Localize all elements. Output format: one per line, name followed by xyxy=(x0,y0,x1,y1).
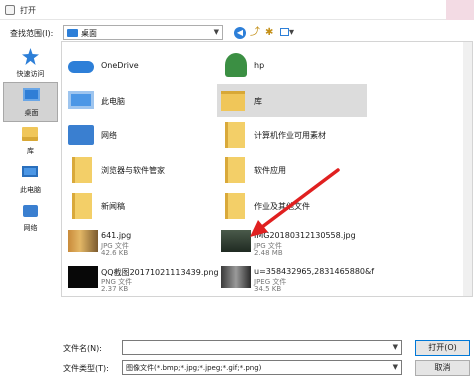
filename-label: 文件名(N): xyxy=(63,344,102,353)
file-name: IMG20180312130558.jpg xyxy=(254,231,356,240)
list-item-file[interactable]: u=358432965,2831465880&f JPEG 文件 34.5 KB xyxy=(217,261,374,294)
title-bar: 打开 xyxy=(0,0,474,20)
list-item-hp[interactable]: hp xyxy=(217,49,367,82)
lookin-combo[interactable]: 桌面 ▼ xyxy=(63,25,223,40)
open-button[interactable]: 打开(O) xyxy=(415,340,470,356)
place-label: 此电脑 xyxy=(20,186,41,194)
lookin-label: 查找范围(I): xyxy=(10,29,54,38)
place-label: 快速访问 xyxy=(16,70,45,78)
user-folder-icon xyxy=(225,51,247,80)
list-item-file[interactable]: 641.jpg JPG 文件 42.6 KB xyxy=(64,225,214,258)
file-name: 641.jpg xyxy=(101,231,132,240)
network-icon xyxy=(68,120,98,149)
filename-input[interactable]: ▼ xyxy=(122,340,402,355)
file-size: 2.48 MB xyxy=(254,249,283,257)
list-item-folder[interactable]: 计算机作业可用素材 xyxy=(217,118,367,151)
folder-icon xyxy=(225,191,247,220)
file-size: 34.5 KB xyxy=(254,285,282,293)
up-folder-icon[interactable]: ⤴ xyxy=(250,27,260,39)
library-icon xyxy=(221,86,251,115)
list-item-file[interactable]: IMG20180312130558.jpg JPG 文件 2.48 MB xyxy=(217,225,367,258)
file-name: 库 xyxy=(254,97,262,106)
library-icon xyxy=(22,125,39,142)
file-name: 作业及其他文件 xyxy=(254,202,310,211)
image-thumbnail-icon xyxy=(68,227,98,256)
file-name: 计算机作业可用素材 xyxy=(254,131,326,140)
view-menu-icon[interactable]: ▾ xyxy=(280,27,296,39)
places-bar: 快速访问 桌面 库 此电脑 网络 xyxy=(3,40,58,236)
image-thumbnail-icon xyxy=(221,263,251,292)
place-label: 网络 xyxy=(23,224,38,232)
chevron-down-icon[interactable]: ▼ xyxy=(393,343,398,351)
file-list[interactable]: OneDrive hp 此电脑 库 网络 计算机作业可用素材 浏览器与软件管家 … xyxy=(61,41,473,297)
chevron-down-icon[interactable]: ▼ xyxy=(214,28,219,36)
lookin-row: 查找范围(I): 桌面 ▼ ◀ ⤴ ✱ ▾ xyxy=(0,22,474,42)
folder-icon xyxy=(225,155,247,184)
filetype-select[interactable]: 图像文件(*.bmp;*.jpg;*.jpeg;*.gif;*.png) ▼ xyxy=(122,360,402,375)
computer-icon xyxy=(22,164,39,181)
file-name: u=358432965,2831465880&f xyxy=(254,267,375,276)
list-item-file[interactable]: QQ截图20171021113439.png PNG 文件 2.37 KB xyxy=(64,261,219,294)
window-title: 打开 xyxy=(20,6,36,15)
app-icon xyxy=(5,5,15,15)
new-folder-icon[interactable]: ✱ xyxy=(265,27,273,39)
lookin-value: 桌面 xyxy=(81,29,97,38)
folder-icon xyxy=(72,191,94,220)
onedrive-icon xyxy=(68,51,98,80)
file-name: 新闻稿 xyxy=(101,202,125,211)
list-item-this-pc[interactable]: 此电脑 xyxy=(64,84,214,117)
file-size: 42.6 KB xyxy=(101,249,129,257)
list-item-network[interactable]: 网络 xyxy=(64,118,214,151)
place-desktop[interactable]: 桌面 xyxy=(3,82,58,122)
filetype-value: 图像文件(*.bmp;*.jpg;*.jpeg;*.gif;*.png) xyxy=(126,364,262,372)
place-this-pc[interactable]: 此电脑 xyxy=(3,160,58,200)
file-name: 浏览器与软件管家 xyxy=(101,166,165,175)
list-item-library[interactable]: 库 xyxy=(217,84,367,117)
place-label: 库 xyxy=(27,147,34,155)
file-name: OneDrive xyxy=(101,61,139,70)
folder-icon xyxy=(72,155,94,184)
file-name: 此电脑 xyxy=(101,97,125,106)
chevron-down-icon[interactable]: ▼ xyxy=(393,363,398,371)
list-item-folder[interactable]: 软件应用 xyxy=(217,153,367,186)
list-item-folder[interactable]: 浏览器与软件管家 xyxy=(64,153,214,186)
filetype-label: 文件类型(T): xyxy=(63,364,109,373)
folder-icon xyxy=(225,120,247,149)
place-quick-access[interactable]: 快速访问 xyxy=(3,44,58,84)
computer-icon xyxy=(68,86,98,115)
list-item-folder[interactable]: 作业及其他文件 xyxy=(217,189,367,222)
desktop-folder-icon xyxy=(67,29,78,37)
vertical-scrollbar[interactable] xyxy=(463,42,472,296)
file-size: 2.37 KB xyxy=(101,285,129,293)
file-name: 软件应用 xyxy=(254,166,286,175)
place-library[interactable]: 库 xyxy=(3,121,58,161)
pin-icon xyxy=(22,48,39,65)
image-thumbnail-icon xyxy=(221,227,251,256)
place-label: 桌面 xyxy=(24,109,39,117)
file-name: hp xyxy=(254,61,265,70)
image-thumbnail-icon xyxy=(68,263,98,292)
filename-row: 文件名(N): ▼ 打开(O) xyxy=(0,340,474,358)
back-icon[interactable]: ◀ xyxy=(234,27,246,39)
title-accent xyxy=(446,0,474,20)
file-name: 网络 xyxy=(101,131,117,140)
desktop-icon xyxy=(23,87,40,104)
network-icon xyxy=(22,202,39,219)
filetype-row: 文件类型(T): 图像文件(*.bmp;*.jpg;*.jpeg;*.gif;*… xyxy=(0,360,474,378)
list-item-folder[interactable]: 新闻稿 xyxy=(64,189,214,222)
place-network[interactable]: 网络 xyxy=(3,198,58,238)
list-item-onedrive[interactable]: OneDrive xyxy=(64,49,214,82)
cancel-button[interactable]: 取消 xyxy=(415,360,470,376)
